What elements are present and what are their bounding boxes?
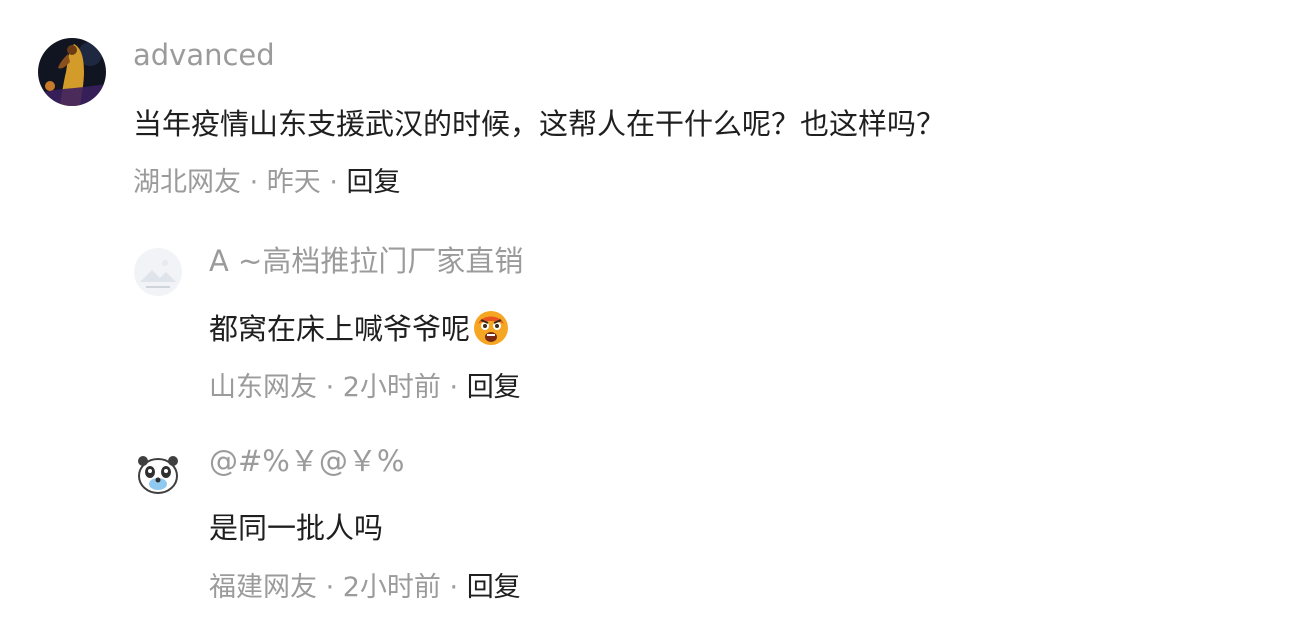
meta-separator: · xyxy=(241,167,267,198)
reply-meta: 福建网友 · 2小时前 · 回复 xyxy=(209,570,521,606)
basketball-player-avatar-icon xyxy=(38,38,106,106)
reply-button[interactable]: 回复 xyxy=(467,572,521,603)
meta-separator: · xyxy=(320,167,347,198)
reply-meta: 山东网友 · 2小时前 · 回复 xyxy=(209,370,521,406)
user-avatar[interactable] xyxy=(134,450,182,498)
reply-text: 都窝在床上喊爷爷呢 xyxy=(209,308,510,349)
meta-separator: · xyxy=(317,572,343,603)
reply-button[interactable]: 回复 xyxy=(467,372,521,403)
comment-location: 湖北网友 xyxy=(133,167,241,198)
reply-username[interactable]: A ~高档推拉门厂家直销 xyxy=(209,243,523,279)
reply-username[interactable]: @#%￥@￥% xyxy=(209,443,404,479)
meta-separator: · xyxy=(440,372,467,403)
user-avatar[interactable] xyxy=(38,38,106,106)
landscape-placeholder-avatar-icon xyxy=(134,248,182,296)
reply-location: 福建网友 xyxy=(209,572,317,603)
meta-separator: · xyxy=(317,372,343,403)
comment-text: 当年疫情山东支援武汉的时候，这帮人在干什么呢？也这样吗？ xyxy=(133,107,946,141)
reply-time: 2小时前 xyxy=(342,572,441,603)
reply-location: 山东网友 xyxy=(209,372,317,403)
comment-username[interactable]: advanced xyxy=(133,37,275,73)
reply-button[interactable]: 回复 xyxy=(347,167,401,198)
comment-meta: 湖北网友 · 昨天 · 回复 xyxy=(133,165,401,201)
reply-text: 是同一批人吗 xyxy=(209,511,384,545)
cartoon-panda-avatar-icon xyxy=(134,450,182,498)
meta-separator: · xyxy=(440,572,467,603)
angry-shocked-face-emoji-icon xyxy=(472,308,510,346)
reply-text-body: 都窝在床上喊爷爷呢 xyxy=(209,312,471,346)
comment-time: 昨天 xyxy=(266,167,321,198)
user-avatar[interactable] xyxy=(134,248,182,296)
reply-time: 2小时前 xyxy=(342,372,441,403)
